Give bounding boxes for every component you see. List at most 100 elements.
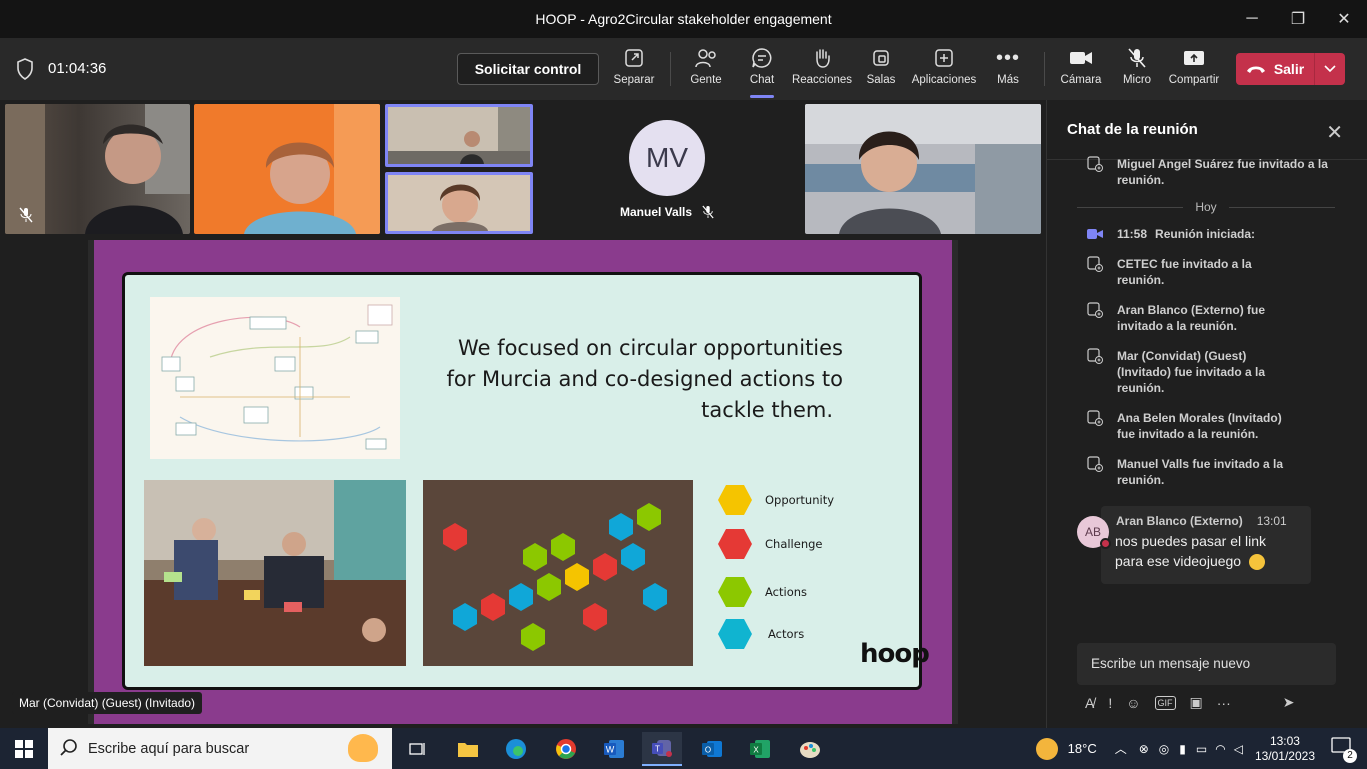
search-placeholder: Escribe aquí para buscar — [88, 740, 250, 757]
leave-button[interactable]: Salir — [1236, 53, 1345, 85]
edge-icon[interactable] — [496, 732, 536, 766]
add-person-icon — [1087, 156, 1103, 172]
participant-video[interactable] — [805, 104, 1041, 234]
pop-out-button[interactable]: Separar — [612, 46, 656, 94]
rooms-label: Salas — [866, 74, 896, 86]
participant-video[interactable] — [385, 172, 533, 234]
mic-off-icon — [702, 205, 714, 219]
priority-icon[interactable]: ! — [1108, 695, 1112, 711]
slide-heading-line: We focused on circular opportunities — [458, 336, 843, 360]
chat-event-text: Mar (Convidat) (Guest) (Invitado) fue in… — [1117, 349, 1266, 395]
excel-icon[interactable]: X — [740, 732, 780, 766]
task-view-icon[interactable] — [398, 732, 438, 766]
paint-icon[interactable] — [790, 732, 830, 766]
weather-icon[interactable] — [1035, 737, 1058, 760]
search-icon — [60, 739, 77, 756]
add-person-icon — [1087, 410, 1103, 426]
toolbar-divider — [670, 52, 671, 86]
svg-text:X: X — [753, 746, 759, 755]
participant-video[interactable] — [385, 104, 533, 167]
volume-icon[interactable]: ◁ — [1234, 742, 1243, 756]
actions-hexagon-icon — [718, 577, 752, 607]
people-label: Gente — [690, 74, 722, 86]
gif-icon[interactable]: GIF — [1154, 695, 1176, 710]
teams-tray-icon[interactable]: ◎ — [1159, 742, 1169, 756]
request-control-button[interactable]: Solicitar control — [457, 53, 599, 85]
flow-diagram — [161, 304, 393, 450]
word-icon[interactable]: W — [594, 732, 634, 766]
hang-up-icon — [1246, 66, 1265, 73]
battery-icon[interactable]: ▭ — [1196, 742, 1207, 756]
close-window-button[interactable]: ✕ — [1321, 0, 1367, 38]
slide-heading: We focused on circular opportunities for… — [395, 333, 843, 426]
chat-button[interactable]: Chat — [742, 46, 782, 98]
chat-event: 11:58 Reunión iniciada: — [1087, 226, 1347, 242]
more-options-icon[interactable]: ··· — [1217, 695, 1231, 711]
notifications-button[interactable]: 2 — [1331, 736, 1357, 763]
teams-icon[interactable]: T — [642, 732, 682, 766]
chat-event: CETEC fue invitado a la reunión. — [1087, 256, 1347, 288]
hexagon-game-photo — [423, 480, 693, 666]
sticker-icon[interactable]: ▣ — [1190, 694, 1203, 711]
participant-name-row: Manuel Valls — [620, 205, 714, 219]
shield-icon — [17, 58, 33, 80]
slide-heading-line: for Murcia and co-designed actions to — [446, 367, 843, 391]
more-button[interactable]: ••• Más — [994, 46, 1022, 94]
camera-label: Cámara — [1060, 74, 1102, 86]
message-body: nos puedes pasar el link para ese videoj… — [1115, 531, 1297, 571]
emoji-icon[interactable]: ☺ — [1126, 695, 1140, 711]
rooms-button[interactable]: Salas — [864, 46, 898, 94]
message-author: Aran Blanco (Externo) — [1116, 514, 1243, 528]
minimize-button[interactable]: ─ — [1229, 0, 1275, 38]
notification-count: 2 — [1343, 748, 1357, 763]
maximize-button[interactable]: ❐ — [1275, 0, 1321, 38]
meeting-timer: 01:04:36 — [48, 60, 107, 77]
mic-tray-icon[interactable]: ▮ — [1179, 742, 1186, 756]
slide-heading-line: tackle them. — [701, 398, 833, 422]
participant-figure — [388, 107, 530, 164]
hoop-logo: hoop — [860, 639, 930, 669]
meeting-started-text: Reunión iniciada: — [1155, 227, 1256, 241]
window-title: HOOP - Agro2Circular stakeholder engagem… — [535, 11, 832, 27]
camera-button[interactable]: Cámara — [1060, 46, 1102, 94]
participant-video[interactable] — [5, 104, 190, 234]
windows-start-icon[interactable] — [15, 740, 33, 758]
participant-avatar-tile[interactable]: MV Manuel Valls — [540, 104, 800, 234]
reactions-button[interactable]: Reacciones — [792, 46, 852, 94]
chat-event: Mar (Convidat) (Guest) (Invitado) fue in… — [1087, 348, 1347, 396]
participant-video[interactable] — [194, 104, 380, 234]
outlook-icon[interactable]: O — [692, 732, 732, 766]
raise-hand-icon — [808, 46, 836, 70]
chevron-up-icon[interactable]: ︿ — [1115, 740, 1127, 757]
wifi-icon[interactable]: ◠ — [1215, 742, 1225, 756]
chat-panel: Chat de la reunión ✕ Miguel Angel Suárez… — [1046, 100, 1367, 728]
people-button[interactable]: Gente — [686, 46, 726, 94]
message-input[interactable]: Escribe un mensaje nuevo — [1077, 643, 1336, 685]
message-time: 13:01 — [1256, 514, 1287, 528]
legend-label: Challenge — [765, 537, 823, 551]
apps-button[interactable]: Aplicaciones — [912, 46, 976, 94]
chrome-icon[interactable] — [546, 732, 586, 766]
network-status-icon[interactable]: ⊗ — [1139, 742, 1149, 756]
chat-message[interactable]: Aran Blanco (Externo) 13:01 nos puedes p… — [1101, 506, 1311, 584]
chat-event: Miguel Angel Suárez fue invitado a la re… — [1087, 156, 1347, 188]
leave-main[interactable]: Salir — [1236, 53, 1314, 85]
clock-date: 13/01/2023 — [1254, 748, 1315, 763]
mic-off-icon — [19, 207, 33, 223]
close-chat-icon[interactable]: ✕ — [1326, 120, 1343, 145]
legend-label: Actions — [765, 585, 808, 599]
clock[interactable]: 13:03 13/01/2023 — [1255, 734, 1315, 764]
file-explorer-icon[interactable] — [448, 732, 488, 766]
taskbar-search[interactable]: Escribe aquí para buscar — [48, 728, 392, 769]
share-button[interactable]: Compartir — [1168, 46, 1220, 94]
format-icon[interactable]: A̸ — [1085, 695, 1094, 711]
more-icon: ••• — [995, 46, 1020, 69]
mic-button[interactable]: Micro — [1120, 46, 1154, 94]
pop-out-label: Separar — [613, 74, 655, 86]
leave-options-chevron-icon[interactable] — [1314, 53, 1345, 85]
svg-text:W: W — [606, 745, 615, 755]
send-icon[interactable]: ➤ — [1283, 694, 1295, 711]
title-bar: HOOP - Agro2Circular stakeholder engagem… — [0, 0, 1367, 38]
rooms-icon — [867, 46, 895, 70]
add-person-icon — [1087, 348, 1103, 364]
